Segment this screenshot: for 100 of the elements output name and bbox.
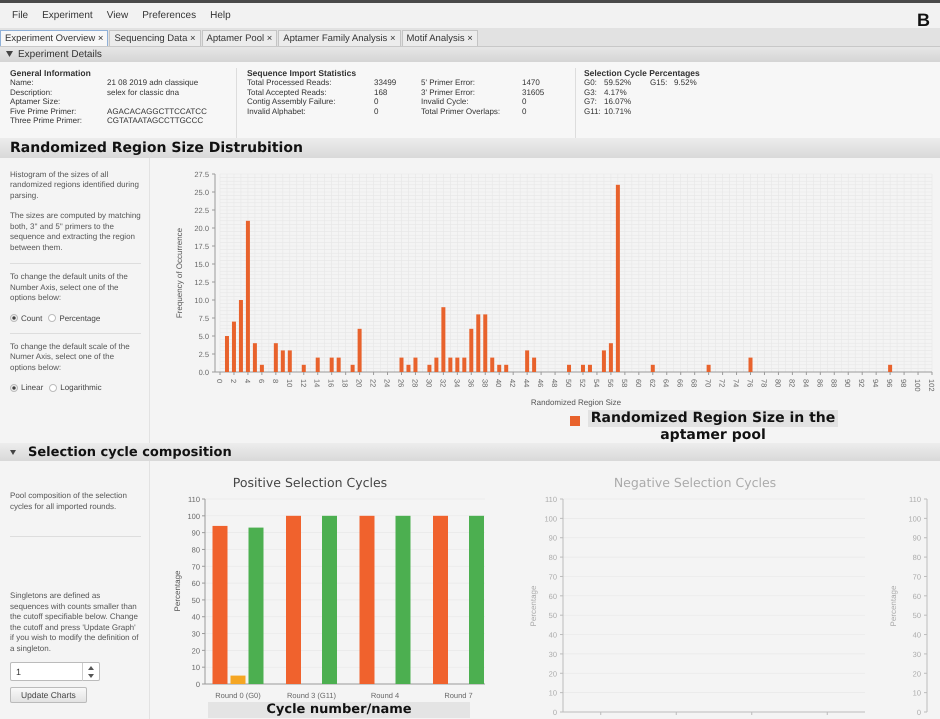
radio-option[interactable]: Logarithmic xyxy=(49,383,102,392)
field-label: Three Prime Primer: xyxy=(10,116,84,126)
panel-letter: B xyxy=(917,10,930,31)
histogram-bar xyxy=(567,364,572,372)
field-value: 21 08 2019 adn classique xyxy=(107,78,200,88)
cutoff-spinner[interactable]: 1 xyxy=(10,662,100,682)
histogram-bar xyxy=(302,364,306,372)
histogram-bar xyxy=(588,364,592,372)
field-value: selex for classic dna xyxy=(107,88,180,98)
field-value: 10.71% xyxy=(604,106,632,116)
field-label: Total Processed Reads: xyxy=(247,78,332,88)
histogram-bar xyxy=(441,307,446,372)
description-text: To change the default scale of the Numer Axis, select one of the options below: xyxy=(10,342,131,374)
description-text: To change the default units of the Number Axis, select one of the options below: xyxy=(10,272,129,304)
histogram-bar xyxy=(336,357,341,372)
radio-option[interactable]: Percentage xyxy=(48,314,100,323)
histogram-bar xyxy=(288,350,292,372)
field-value: 0 xyxy=(522,106,528,116)
description-text: Pool composition of the selection cycles for all imported rounds. xyxy=(10,491,128,512)
collapse-triangle-icon[interactable] xyxy=(10,450,16,455)
histogram-bar xyxy=(448,357,452,372)
histogram-bar xyxy=(525,350,530,372)
field-label: 5' Primer Error: xyxy=(421,78,476,88)
tab[interactable]: Sequencing Data × xyxy=(109,30,201,46)
histogram-bar xyxy=(274,343,278,372)
axis-title: Percentage xyxy=(889,586,898,627)
info-heading: Selection Cycle Percentages xyxy=(584,68,700,78)
histogram-bar xyxy=(580,364,585,372)
info-heading: General Information xyxy=(10,68,92,78)
histogram-bar xyxy=(706,364,711,372)
histogram-bar xyxy=(602,350,606,372)
histogram-bar xyxy=(532,357,536,372)
spinner-value: 1 xyxy=(15,666,22,677)
tab[interactable]: Aptamer Pool × xyxy=(202,30,278,46)
description-text: The sizes are computed by matching both, 3'' and 5'' primers to the sequence and extracting the region between them. xyxy=(10,211,141,254)
histogram-bar xyxy=(476,314,480,372)
histogram-bar xyxy=(462,357,466,372)
info-heading: Sequence Import Statistics xyxy=(247,68,358,78)
field-label: Invalid Alphabet: xyxy=(247,106,307,116)
tab[interactable]: Motif Analysis × xyxy=(402,30,478,46)
histogram-bar xyxy=(497,364,502,372)
chart-title: Negative Selection Cycles xyxy=(614,475,776,490)
description-text: Histogram of the sizes of all randomized regions identified during parsing. xyxy=(10,170,140,202)
field-value: 168 xyxy=(374,88,388,98)
field-value: 0 xyxy=(374,97,380,107)
menu-item[interactable]: View xyxy=(106,10,128,21)
histogram-bar xyxy=(406,364,410,372)
section-header: Selection cycle composition xyxy=(28,444,232,460)
menu-item[interactable]: Help xyxy=(210,10,231,21)
axis-title: Percentage xyxy=(173,570,182,612)
histogram-bar xyxy=(434,357,438,372)
field-label: Aptamer Size: xyxy=(10,97,62,107)
section-header: Randomized Region Size Distrubition xyxy=(0,138,940,158)
menu-item[interactable]: Experiment xyxy=(42,10,93,21)
update-charts-button[interactable]: Update Charts xyxy=(10,687,87,704)
field-label: Five Prime Primer: xyxy=(10,106,78,116)
histogram-bar xyxy=(280,350,285,372)
field-value: CGTATAATAGCCTTGCCC xyxy=(107,116,204,126)
field-label: 3' Primer Error: xyxy=(421,88,476,98)
description-text: Singletons are defined as sequences with counts smaller than the cutoff specifiable below. Change the cutoff and press 'Update Graph' if you wish to modify the definition of a singleton. xyxy=(10,591,140,654)
field-label: Total Accepted Reads: xyxy=(247,88,328,98)
histogram-bar xyxy=(748,357,752,372)
field-label: Contig Assembly Failure: xyxy=(247,97,336,107)
field-label: Total Primer Overlaps: xyxy=(421,106,502,116)
histogram-bar xyxy=(252,343,257,372)
axis-title: Cycle number/name xyxy=(208,702,470,718)
collapse-triangle-icon[interactable] xyxy=(6,51,13,58)
histogram-bar xyxy=(483,314,488,372)
tab[interactable]: Aptamer Family Analysis × xyxy=(278,30,400,46)
histogram-bar xyxy=(455,357,460,372)
histogram-bar xyxy=(358,328,362,372)
field-label: G11: xyxy=(584,106,602,116)
field-value: 1470 xyxy=(522,78,541,88)
field-label: Invalid Cycle: xyxy=(421,97,470,107)
menu-item[interactable]: Preferences xyxy=(142,10,196,21)
histogram-bar xyxy=(469,328,474,372)
histogram-bar xyxy=(316,357,320,372)
histogram-bar xyxy=(608,343,613,372)
histogram-bar xyxy=(888,364,892,372)
histogram-bar xyxy=(490,357,494,372)
histogram-bar xyxy=(427,364,432,372)
radio-option[interactable]: Linear xyxy=(10,383,44,392)
field-value: 9.52% xyxy=(674,78,697,88)
histogram-bar xyxy=(260,364,264,372)
tab[interactable]: Experiment Overview × xyxy=(0,30,108,46)
field-value: 4.17% xyxy=(604,88,628,98)
histogram-bar xyxy=(224,336,229,372)
radio-option[interactable]: Count xyxy=(10,314,42,323)
axis-title: Percentage xyxy=(529,586,538,627)
chart-title: Positive Selection Cycles xyxy=(232,475,388,490)
field-value: 16.07% xyxy=(604,97,632,107)
histogram-bar xyxy=(400,357,404,372)
field-value: AGACACAGGCTTCCATCC xyxy=(107,106,208,116)
axis-title: Frequency of Occurrence xyxy=(175,228,184,318)
histogram-bar xyxy=(350,364,355,372)
field-value: 31605 xyxy=(522,88,546,98)
menu-item[interactable]: File xyxy=(12,10,28,21)
histogram-bar xyxy=(504,364,508,372)
axis-title: Randomized Region Size xyxy=(530,398,622,407)
field-label: G15: xyxy=(650,78,668,88)
